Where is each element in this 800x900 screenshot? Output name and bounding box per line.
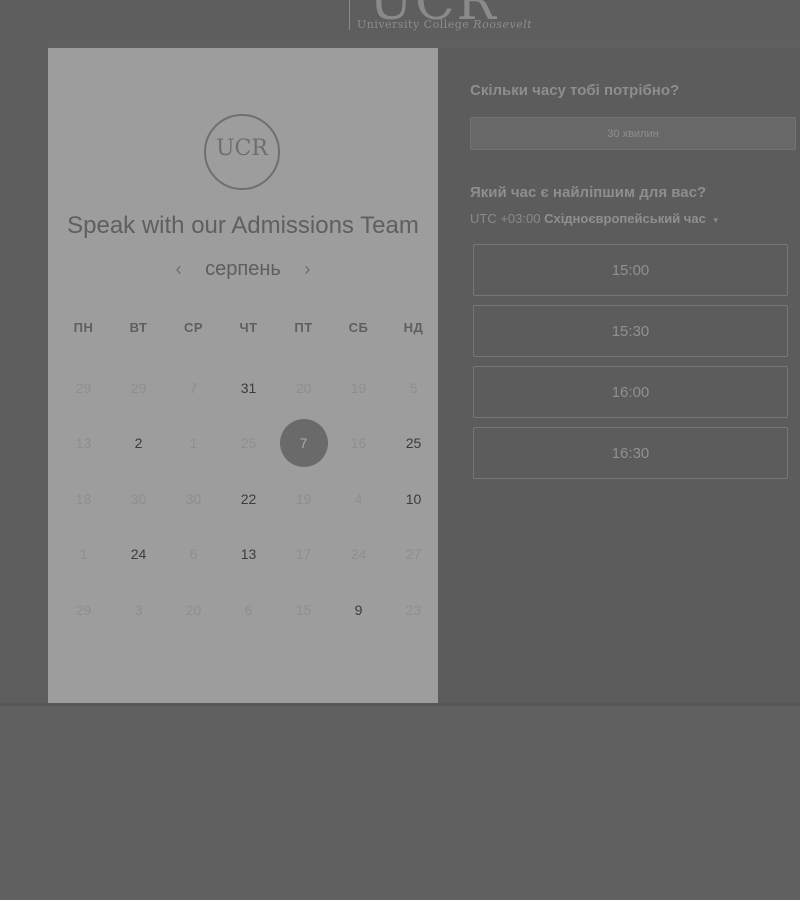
calendar-day: 1 xyxy=(189,435,198,452)
calendar-week-row: 13 2 1 25 7 16 25 xyxy=(56,416,441,472)
calendar-day: 5 xyxy=(409,379,418,396)
calendar-day: 4 xyxy=(354,490,363,507)
calendar-grid: 29 29 7 31 20 19 5 13 2 1 25 7 16 25 18 30 30 22 19 4 10 1 24 6… xyxy=(56,360,441,638)
weekday-header: ПН ВТ СР ЧТ ПТ СБ НД xyxy=(56,320,441,335)
calendar-day: 3 xyxy=(134,601,143,618)
calendar-day: 25 xyxy=(240,435,257,452)
calendar-day[interactable]: 9 xyxy=(331,582,386,638)
calendar-day: 27 xyxy=(405,546,422,563)
calendar-day: 19 xyxy=(350,379,367,396)
duration-selector[interactable]: 30 хвилин xyxy=(470,117,796,150)
ucr-logo-icon: UCR xyxy=(204,114,280,190)
header-logo-subtitle: University College Roosevelt xyxy=(357,18,533,31)
calendar-day: 30 xyxy=(130,490,147,507)
weekday-label: ПТ xyxy=(294,320,313,335)
calendar-week-row: 29 29 7 31 20 19 5 xyxy=(56,360,441,416)
calendar-day: 24 xyxy=(350,546,367,563)
weekday-label: НД xyxy=(403,320,424,335)
calendar-day[interactable]: 2 xyxy=(111,416,166,472)
calendar-day: 7 xyxy=(189,379,198,396)
calendar-day: 18 xyxy=(75,490,92,507)
weekday-label: СБ xyxy=(348,320,369,335)
calendar-day: 19 xyxy=(295,490,312,507)
calendar-day: 16 xyxy=(350,435,367,452)
calendar-day: 6 xyxy=(189,546,198,563)
time-selection-panel: Скільки часу тобі потрібно? 30 хвилин Як… xyxy=(438,48,800,703)
month-navigator: ‹ серпень › xyxy=(48,258,438,281)
calendar-day-selected[interactable]: 7 xyxy=(276,416,331,472)
calendar-day: 20 xyxy=(185,601,202,618)
calendar-day: 29 xyxy=(75,601,92,618)
calendar-panel: UCR Speak with our Admissions Team ‹ сер… xyxy=(48,48,438,703)
calendar-day: 29 xyxy=(75,379,92,396)
duration-question: Скільки часу тобі потрібно? xyxy=(470,82,680,99)
calendar-day: 15 xyxy=(295,601,312,618)
calendar-day[interactable]: 10 xyxy=(386,471,441,527)
calendar-day[interactable]: 13 xyxy=(221,527,276,583)
time-slot-button[interactable]: 15:30 xyxy=(473,305,788,357)
time-question: Який час є найліпшим для вас? xyxy=(470,184,707,201)
calendar-week-row: 29 3 20 6 15 9 23 xyxy=(56,582,441,638)
weekday-label: СР xyxy=(183,320,204,335)
page-title: Speak with our Admissions Team xyxy=(67,212,419,239)
calendar-week-row: 1 24 6 13 17 24 27 xyxy=(56,527,441,583)
time-slot-list: 15:00 15:30 16:00 16:30 xyxy=(473,244,788,488)
calendar-day[interactable]: 24 xyxy=(111,527,166,583)
calendar-day: 13 xyxy=(75,435,92,452)
page-side-strip xyxy=(0,40,48,705)
calendar-day: 20 xyxy=(295,379,312,396)
ucr-header-logo: UCR University College Roosevelt xyxy=(345,0,535,36)
chevron-right-icon[interactable]: › xyxy=(296,259,318,280)
calendar-day: 1 xyxy=(79,546,88,563)
time-slot-button[interactable]: 16:00 xyxy=(473,366,788,418)
caret-down-icon: ▾ xyxy=(713,215,718,225)
calendar-day: 29 xyxy=(130,379,147,396)
calendar-day: 30 xyxy=(185,490,202,507)
calendar-day: 6 xyxy=(244,601,253,618)
weekday-label: ПН xyxy=(73,320,94,335)
month-label: серпень xyxy=(205,258,281,280)
weekday-label: ВТ xyxy=(129,320,148,335)
time-slot-button[interactable]: 16:30 xyxy=(473,427,788,479)
calendar-day[interactable]: 25 xyxy=(386,416,441,472)
timezone-selector[interactable]: UTC +03:00 Східноєвропейський час ▾ xyxy=(470,211,718,226)
time-slot-button[interactable]: 15:00 xyxy=(473,244,788,296)
calendar-day[interactable]: 31 xyxy=(221,360,276,416)
calendar-day[interactable]: 22 xyxy=(221,471,276,527)
top-header: UCR University College Roosevelt xyxy=(0,0,800,40)
calendar-day: 23 xyxy=(405,601,422,618)
timezone-offset: UTC +03:00 xyxy=(470,211,541,226)
timezone-name: Східноєвропейський час xyxy=(544,211,706,226)
chevron-left-icon[interactable]: ‹ xyxy=(168,259,190,280)
divider xyxy=(0,703,800,706)
logo-divider xyxy=(349,0,350,30)
calendar-week-row: 18 30 30 22 19 4 10 xyxy=(56,471,441,527)
weekday-label: ЧТ xyxy=(239,320,258,335)
calendar-day: 17 xyxy=(295,546,312,563)
